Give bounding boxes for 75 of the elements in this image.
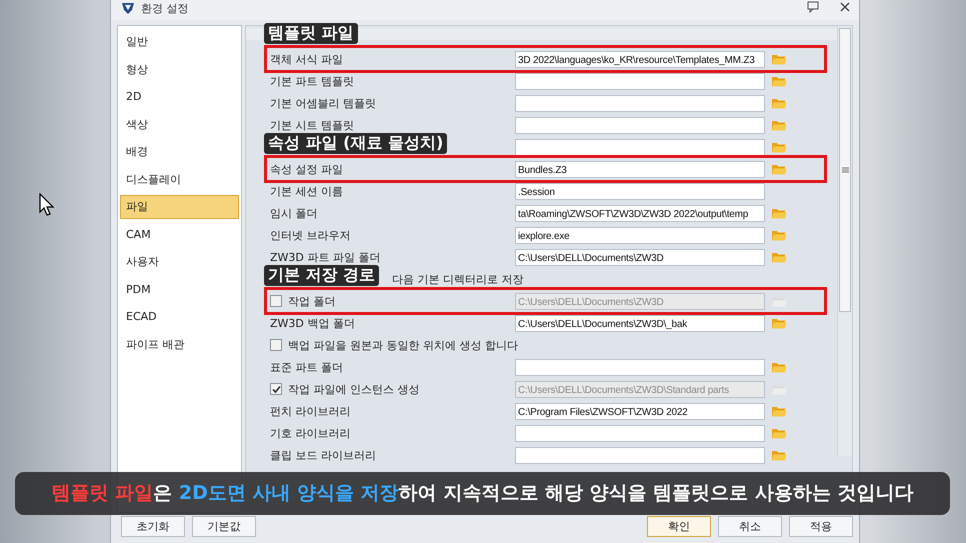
- setting-label: 표준 파트 폴더: [270, 360, 344, 374]
- subtitle-caption: 템플릿 파일은 2D도면 사내 양식을 저장하여 지속적으로 해당 양식을 템플릿으로 사용하는 것입니다: [15, 472, 950, 515]
- setting-label: 기본 어셈블리 템플릿: [270, 96, 377, 110]
- folder-icon[interactable]: [771, 52, 787, 66]
- category-item[interactable]: 사용자: [120, 250, 239, 274]
- folder-icon[interactable]: [771, 140, 787, 154]
- category-item[interactable]: 색상: [120, 112, 239, 136]
- path-field[interactable]: C:\Users\DELL\Documents\ZW3D\_bak: [515, 314, 765, 332]
- close-icon[interactable]: [839, 1, 851, 13]
- annotation-label: 기본 저장 경로: [264, 265, 380, 286]
- setting-label: 객체 서식 파일: [270, 52, 344, 66]
- category-item[interactable]: 디스플레이: [120, 168, 239, 192]
- dialog-button[interactable]: 확인: [647, 516, 711, 536]
- setting-label: 인터넷 브라우저: [270, 228, 352, 242]
- category-item[interactable]: CAM: [120, 222, 239, 246]
- setting-label: ZW3D 백업 폴더: [270, 316, 356, 330]
- folder-icon[interactable]: [771, 316, 787, 330]
- category-item[interactable]: 배경: [120, 140, 239, 164]
- category-item[interactable]: 형상: [120, 58, 239, 82]
- setting-label: 기본 시트 템플릿: [270, 118, 355, 132]
- path-field[interactable]: iexplore.exe: [515, 226, 765, 244]
- category-item[interactable]: 파일: [120, 195, 239, 219]
- folder-icon[interactable]: [771, 448, 787, 462]
- setting-label: 임시 폴더: [270, 206, 318, 220]
- dialog-button[interactable]: 적용: [789, 516, 853, 536]
- setting-label: 기호 라이브러리: [270, 426, 352, 440]
- window-title: 환경 설정: [141, 0, 190, 16]
- folder-icon[interactable]: [771, 360, 787, 374]
- scrollbar-thumb[interactable]: [839, 28, 851, 312]
- path-field[interactable]: [515, 424, 765, 442]
- category-item[interactable]: PDM: [120, 278, 239, 302]
- folder-icon[interactable]: [771, 404, 787, 418]
- category-item[interactable]: 일반: [120, 30, 239, 54]
- checkbox-label: 작업 폴더: [288, 294, 336, 308]
- setting-label: 다음 기본 디렉터리로 저장: [392, 272, 524, 286]
- setting-label: 펀치 라이브러리: [270, 404, 352, 418]
- dialog-button[interactable]: 취소: [718, 516, 782, 536]
- folder-icon[interactable]: [771, 162, 787, 176]
- path-field[interactable]: [515, 72, 765, 90]
- checkbox-label: 백업 파일을 원본과 동일한 위치에 생성 합니다: [288, 338, 518, 352]
- path-field[interactable]: C:\Users\DELL\Documents\ZW3D: [515, 248, 765, 266]
- path-field[interactable]: .Session: [515, 182, 765, 200]
- path-field[interactable]: [515, 138, 765, 156]
- path-field[interactable]: Bundles.Z3: [515, 160, 765, 178]
- checkbox-label: 작업 파일에 인스턴스 생성: [288, 382, 420, 396]
- dialog-button[interactable]: 기본값: [192, 516, 256, 536]
- path-field[interactable]: [515, 116, 765, 134]
- mouse-pointer-icon: [39, 193, 55, 217]
- folder-icon[interactable]: [771, 206, 787, 220]
- setting-label: ZW3D 파트 파일 폴더: [270, 250, 382, 264]
- annotation-label: 템플릿 파일: [264, 23, 358, 44]
- annotation-label: 속성 파일 (재료 물성치): [264, 133, 448, 154]
- app-logo-icon: [121, 1, 135, 15]
- category-item[interactable]: 파이프 배관: [120, 332, 239, 356]
- dialog-button[interactable]: 초기화: [121, 516, 185, 536]
- setting-label: 기본 세션 이름: [270, 184, 344, 198]
- folder-icon[interactable]: [771, 426, 787, 440]
- path-field[interactable]: 3D 2022\languages\ko_KR\resource\Templates_MM.Z3: [515, 50, 765, 68]
- setting-label: 속성 설정 파일: [270, 162, 344, 176]
- folder-icon[interactable]: [771, 250, 787, 264]
- checkbox[interactable]: [270, 339, 282, 351]
- path-field[interactable]: C:\Program Files\ZWSOFT\ZW3D 2022: [515, 402, 765, 420]
- path-field[interactable]: [515, 358, 765, 376]
- path-field[interactable]: ta\Roaming\ZWSOFT\ZW3D\ZW3D 2022\output\temp: [515, 204, 765, 222]
- category-item[interactable]: ECAD: [120, 305, 239, 329]
- folder-icon[interactable]: [771, 228, 787, 242]
- setting-label: 클립 보드 라이브러리: [270, 448, 377, 462]
- path-field[interactable]: [515, 94, 765, 112]
- folder-icon[interactable]: [771, 74, 787, 88]
- folder-icon[interactable]: [771, 96, 787, 110]
- path-field[interactable]: [515, 446, 765, 464]
- setting-label: 기본 파트 템플릿: [270, 74, 355, 88]
- category-item[interactable]: 2D: [120, 85, 239, 109]
- folder-icon[interactable]: [771, 118, 787, 132]
- scrollbar[interactable]: [837, 26, 852, 456]
